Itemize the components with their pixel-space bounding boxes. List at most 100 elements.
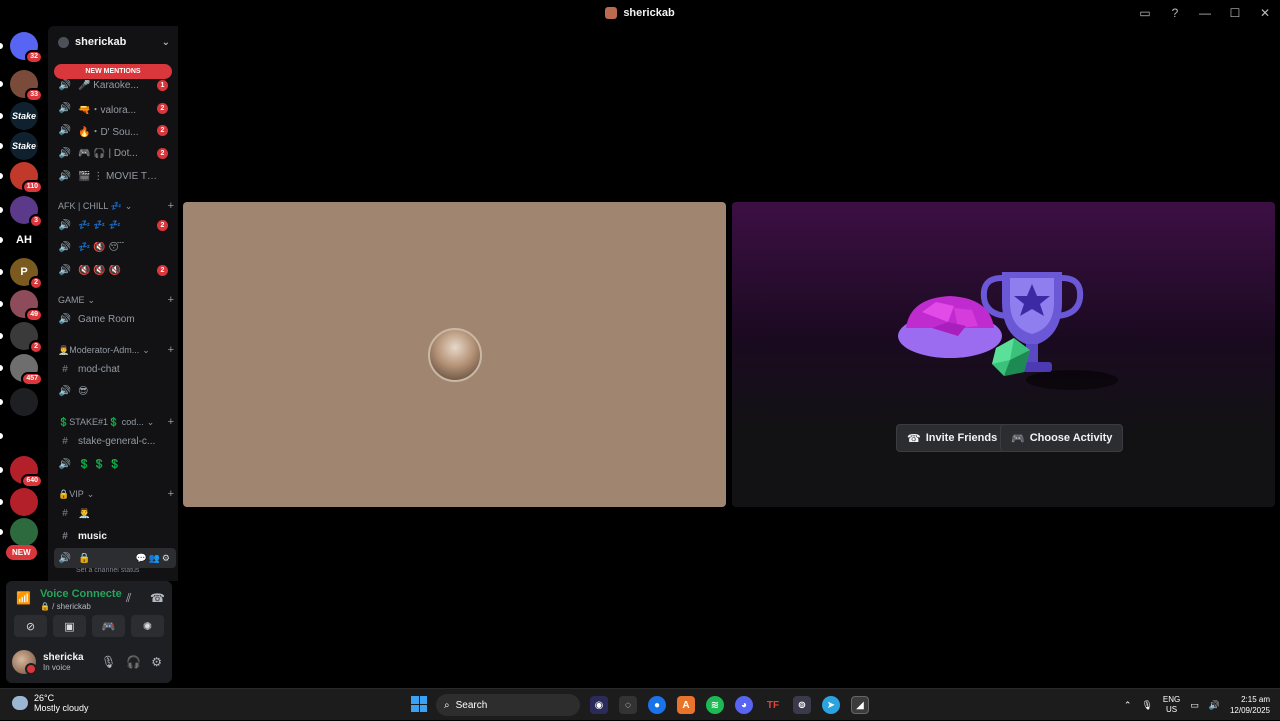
close-button[interactable]: ✕ (1250, 0, 1280, 26)
disconnect-icon[interactable]: ☎ (150, 591, 165, 605)
channel-item[interactable]: 🔊 🎬 ⋮ MOVIE TIME (54, 166, 176, 186)
network-icon[interactable]: ▭ (1190, 700, 1199, 711)
channel-category[interactable]: GAME ⌄ + (58, 293, 174, 307)
maximize-button[interactable]: ☐ (1220, 0, 1250, 26)
invite-friends-icon: ☎ (907, 432, 921, 445)
server-8[interactable]: 49 (10, 290, 43, 322)
taskbar-search[interactable]: ⌕ Search (436, 694, 580, 716)
channel-item[interactable]: 🔊 🎮 🎧 | Dot... 2 (54, 143, 176, 163)
channel-item[interactable]: 🔊 🔫・valora... 2 (54, 98, 176, 118)
app-icon[interactable]: ◌ (619, 696, 637, 714)
soundboard-button[interactable]: ✺ (131, 615, 164, 637)
channel-name: Game Room (78, 313, 135, 325)
noise-suppression-icon[interactable]: ⫽ (126, 591, 131, 606)
activity-button[interactable]: 🎮 (92, 615, 125, 637)
app-icon[interactable]: A (677, 696, 695, 714)
add-channel-icon[interactable]: + (168, 294, 174, 306)
telegram-icon[interactable]: ➤ (822, 696, 840, 714)
server-5[interactable]: 3 (10, 196, 43, 228)
microphone-icon[interactable]: 🎙 (101, 655, 116, 669)
user-video-tile[interactable] (183, 202, 726, 507)
windows-start-icon[interactable] (411, 696, 427, 712)
minimize-button[interactable]: — (1190, 0, 1220, 26)
channel-item[interactable]: # 👨‍⚕️ (54, 503, 176, 523)
channel-category[interactable]: AFK | CHILL 💤 ⌄ + (58, 199, 174, 213)
channel-item[interactable]: 🔊 🔥・D' Sou... 2 (54, 120, 176, 140)
server-9[interactable]: 2 (10, 322, 43, 354)
inbox-icon[interactable]: ▭ (1130, 0, 1160, 26)
channel-name: 🔒 (78, 552, 91, 564)
app-icon[interactable]: ◉ (590, 696, 608, 714)
channel-category[interactable]: 💲STAKE#1💲 cod... ⌄ + (58, 415, 174, 429)
add-channel-icon[interactable]: + (168, 488, 174, 500)
new-servers-pill[interactable]: NEW (6, 545, 37, 560)
channel-item[interactable]: 🔊 🔇 🔇 🔇 2 (54, 260, 176, 280)
channel-item[interactable]: 🔊 😎 (54, 381, 176, 401)
voice-channel-path[interactable]: 🔒 / sherickab (40, 602, 91, 611)
screen-share-button[interactable]: ▣ (53, 615, 86, 637)
server-11[interactable] (10, 388, 38, 416)
channel-item[interactable]: 🔊 🔒 💬 👥 ⚙ (54, 548, 176, 568)
unread-indicator (0, 301, 3, 307)
channel-item[interactable]: # mod-chat (54, 359, 176, 379)
language-indicator[interactable]: ENG US (1163, 695, 1180, 715)
system-tray: ⌃ 🎙 ENG US ▭ 🔊 2:15 am 12/09/2025 (1124, 689, 1280, 721)
server-12[interactable] (10, 422, 38, 450)
mention-badge: 2 (157, 124, 168, 136)
add-channel-icon[interactable]: + (168, 416, 174, 428)
clock[interactable]: 2:15 am 12/09/2025 (1230, 694, 1270, 716)
channel-item[interactable]: # stake-general-c... (54, 431, 176, 451)
channel-name: 🎤 Karaoke... (78, 79, 139, 91)
server-6[interactable]: AH (10, 226, 38, 254)
gear-icon[interactable]: ⚙ (151, 655, 162, 669)
server-2[interactable]: Stake (10, 102, 38, 130)
channel-item[interactable]: 🔊 🎤 Karaoke... 1 (54, 75, 176, 95)
guild-header[interactable]: sherickab ⌄ (48, 26, 178, 58)
channel-item[interactable]: 🔊 💤 💤 💤 2 (54, 215, 176, 235)
app-icon[interactable]: ◢ (851, 696, 869, 714)
discord-icon[interactable]: ◕ (735, 696, 753, 714)
server-15[interactable] (10, 518, 38, 546)
speaker-icon: 🔊 (58, 219, 72, 231)
server-14[interactable] (10, 488, 38, 516)
server-7[interactable]: P2 (10, 258, 43, 290)
server-1[interactable]: 33 (10, 70, 43, 102)
channel-item[interactable]: 🔊 Game Room (54, 309, 176, 329)
chevron-up-icon[interactable]: ⌃ (1124, 700, 1132, 711)
channel-item[interactable]: # music (54, 526, 176, 546)
spotify-icon[interactable]: ≋ (706, 696, 724, 714)
microphone-icon[interactable]: 🎙 (1141, 700, 1152, 711)
camera-off-button[interactable]: ⊘ (14, 615, 47, 637)
gear-icon[interactable]: ⚙ (162, 553, 170, 563)
chrome-icon[interactable]: ● (648, 696, 666, 714)
server-0[interactable]: 32 (10, 32, 43, 64)
volume-icon[interactable]: 🔊 (1209, 700, 1220, 711)
choose-activity-button[interactable]: 🎮 Choose Activity (1000, 424, 1124, 452)
channel-category[interactable]: 🔒VIP ⌄ + (58, 487, 174, 501)
channel-item[interactable]: 🔊 💤 🔇 😴 (54, 237, 176, 257)
chat-icon[interactable]: 💬 (135, 553, 146, 563)
app-icon[interactable]: ⊚ (793, 696, 811, 714)
help-icon[interactable]: ? (1160, 0, 1190, 26)
channel-item[interactable]: 🔊 💲 💲 💲 (54, 454, 176, 474)
avatar[interactable] (12, 650, 37, 675)
add-channel-icon[interactable]: + (168, 200, 174, 212)
server-4[interactable]: 110 (10, 162, 43, 194)
server-10[interactable]: 457 (10, 354, 43, 386)
speaker-icon: 🔊 (58, 313, 72, 325)
activity-tile: ☎ Invite Friends 🎮 Choose Activity (732, 202, 1275, 507)
mention-badge: 2 (157, 102, 168, 114)
server-13[interactable]: 640 (10, 456, 43, 488)
signal-icon[interactable]: 📶 (16, 591, 31, 605)
headphones-icon[interactable]: 🎧 (126, 655, 141, 669)
add-channel-icon[interactable]: + (168, 344, 174, 356)
app-icon[interactable]: TF (764, 696, 782, 714)
weather-widget[interactable]: 26°C Mostly cloudy (12, 693, 89, 713)
channel-category[interactable]: 👨‍⚕️Moderator-Adm... ⌄ + (58, 343, 174, 357)
invite-icon[interactable]: 👥 (149, 553, 160, 563)
channel-status-hint[interactable]: Set a channel status (76, 567, 139, 574)
hashtag-icon: # (62, 435, 68, 447)
mention-badge: 1 (157, 79, 168, 91)
invite-friends-button[interactable]: ☎ Invite Friends (896, 424, 1009, 452)
server-3[interactable]: Stake (10, 132, 38, 160)
